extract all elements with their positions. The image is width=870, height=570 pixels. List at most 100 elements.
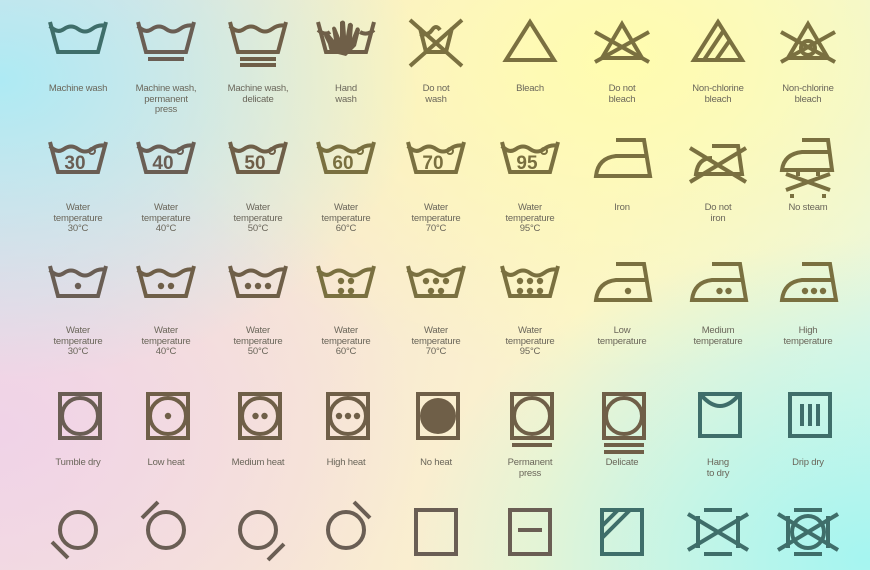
care-symbol-label: Water temperature 50°C bbox=[233, 202, 283, 234]
care-symbol bbox=[116, 500, 216, 564]
wash-95-icon: 95 bbox=[500, 141, 560, 174]
wash-5-dots-icon bbox=[406, 265, 466, 298]
care-symbol-label: Water temperature 95°C bbox=[505, 202, 555, 234]
do-not-tumble-dry-icon bbox=[776, 508, 840, 556]
care-symbol bbox=[296, 262, 396, 318]
care-symbol-label: Water temperature 70°C bbox=[411, 325, 461, 357]
temperature-number: 70 bbox=[422, 153, 443, 174]
dot bbox=[337, 277, 345, 285]
dot bbox=[536, 277, 544, 285]
drip-dry-icon bbox=[788, 392, 832, 438]
care-symbol-label: Delicate bbox=[605, 457, 639, 468]
dot bbox=[344, 412, 352, 420]
iron-high-icon bbox=[779, 262, 839, 302]
machine-wash-delicate-icon bbox=[228, 21, 288, 67]
dot bbox=[347, 277, 355, 285]
care-symbol bbox=[386, 18, 486, 74]
circle-bar-bottom-left-icon bbox=[50, 510, 98, 560]
care-symbol-label: Drip dry bbox=[792, 457, 824, 468]
temperature-number: 60 bbox=[332, 153, 353, 174]
tumble-dry-medium-heat-icon bbox=[238, 392, 282, 440]
machine-wash-permanent-press-icon bbox=[136, 21, 196, 61]
tumble-dry-no-heat-icon bbox=[416, 392, 460, 440]
hand-wash-icon bbox=[316, 20, 376, 56]
dot bbox=[164, 412, 172, 420]
care-symbol bbox=[480, 262, 580, 318]
care-symbol-label: Iron bbox=[614, 202, 630, 213]
care-symbol-label: Do not iron bbox=[704, 202, 732, 224]
tumble-dry-permanent-press-icon bbox=[510, 392, 554, 447]
care-symbol-label: High temperature bbox=[783, 325, 833, 347]
care-symbol bbox=[480, 508, 580, 564]
care-symbol bbox=[572, 508, 672, 564]
care-symbol bbox=[28, 262, 128, 318]
dot bbox=[716, 287, 723, 295]
temperature-number: 30 bbox=[64, 153, 85, 174]
dot bbox=[536, 287, 544, 295]
care-symbol bbox=[668, 508, 768, 564]
care-symbol-label: Water temperature 30°C bbox=[53, 325, 103, 357]
care-symbol bbox=[668, 390, 768, 446]
dot bbox=[427, 287, 435, 295]
machine-wash-icon bbox=[48, 21, 108, 54]
dot bbox=[167, 282, 175, 290]
care-symbol-label: Low heat bbox=[147, 457, 185, 468]
care-symbol: 50 bbox=[208, 138, 308, 194]
care-symbol bbox=[480, 18, 580, 74]
care-symbol-label: Hand wash bbox=[335, 83, 357, 105]
dot bbox=[157, 282, 165, 290]
do-not-bleach-icon bbox=[594, 20, 650, 64]
do-not-dry-icon bbox=[686, 508, 750, 556]
care-symbol-label: Water temperature 60°C bbox=[321, 325, 371, 357]
care-symbol bbox=[758, 262, 858, 318]
care-symbol-label: Do not wash bbox=[422, 83, 450, 105]
care-symbol-label: Water temperature 70°C bbox=[411, 202, 461, 234]
dot bbox=[74, 282, 82, 290]
care-symbol-label: Machine wash, permanent press bbox=[135, 83, 197, 115]
wash-1-dot-icon bbox=[48, 265, 108, 298]
dry-flat-icon bbox=[508, 508, 552, 556]
care-symbol bbox=[116, 390, 216, 446]
care-symbol-label: Bleach bbox=[516, 83, 544, 94]
care-symbol bbox=[572, 138, 672, 194]
temperature-number: 50 bbox=[244, 153, 265, 174]
care-symbol: 60 bbox=[296, 138, 396, 194]
no-steam-icon bbox=[779, 138, 835, 198]
care-symbol-label: Water temperature 95°C bbox=[505, 325, 555, 357]
tumble-dry-icon bbox=[58, 392, 102, 440]
care-symbol-label: Medium temperature bbox=[693, 325, 743, 347]
care-symbol bbox=[668, 138, 768, 194]
care-symbol-label: Hang to dry bbox=[706, 457, 730, 479]
do-not-iron-icon bbox=[688, 144, 748, 184]
dot bbox=[819, 287, 827, 295]
care-symbol-label: Do not bleach bbox=[608, 83, 636, 105]
non-chlorine-bleach-crossed-icon bbox=[780, 20, 836, 64]
wash-4-dots-icon bbox=[316, 265, 376, 298]
care-symbol bbox=[758, 138, 858, 198]
dot bbox=[516, 287, 524, 295]
circle-bar-top-left-icon bbox=[140, 500, 186, 550]
wash-30-icon: 30 bbox=[48, 141, 108, 174]
temperature-number: 40 bbox=[152, 153, 173, 174]
care-symbol bbox=[386, 390, 486, 446]
dot bbox=[801, 287, 809, 295]
care-symbol bbox=[572, 18, 672, 74]
care-symbol bbox=[296, 500, 396, 564]
care-symbol bbox=[208, 18, 308, 74]
dry-in-shade-icon bbox=[600, 508, 644, 556]
dot bbox=[335, 412, 343, 420]
care-symbol bbox=[28, 390, 128, 446]
care-symbol-label: Water temperature 50°C bbox=[233, 325, 283, 357]
care-symbol bbox=[116, 262, 216, 318]
wash-40-icon: 40 bbox=[136, 141, 196, 174]
care-symbol-label: Low temperature bbox=[597, 325, 647, 347]
dot bbox=[442, 277, 450, 285]
dot bbox=[526, 277, 534, 285]
care-symbol-label: Water temperature 40°C bbox=[141, 202, 191, 234]
care-symbol-label: Non-chlorine bleach bbox=[692, 83, 744, 105]
care-symbol: 95 bbox=[480, 138, 580, 194]
care-symbol-label: No steam bbox=[788, 202, 828, 213]
care-symbol: 70 bbox=[386, 138, 486, 194]
dot bbox=[725, 287, 732, 295]
care-symbol bbox=[758, 390, 858, 446]
